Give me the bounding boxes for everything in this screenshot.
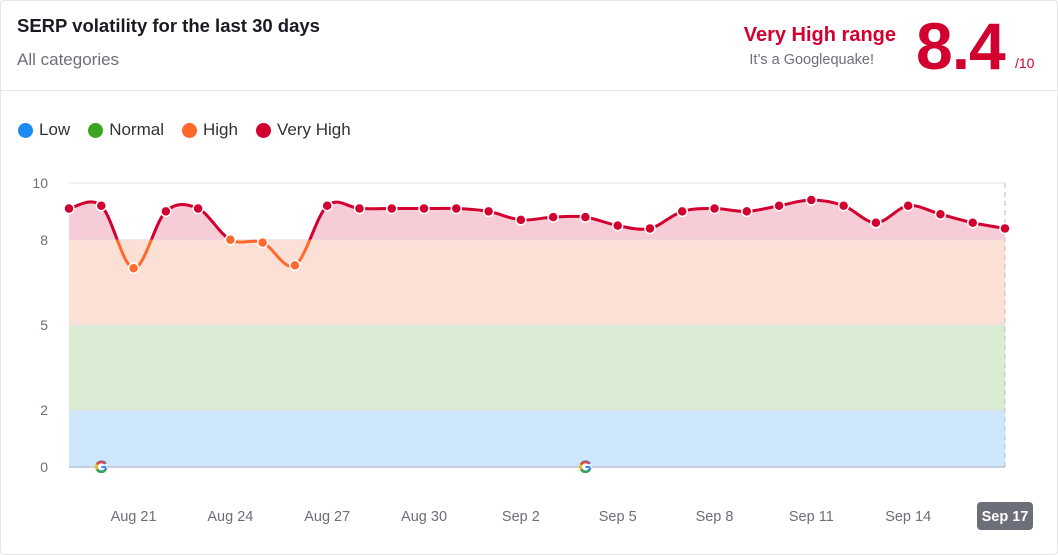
x-tick-label: Aug 27 — [304, 509, 350, 525]
data-point — [773, 199, 785, 212]
data-point — [676, 205, 688, 218]
data-point — [321, 199, 333, 212]
x-tick-label: Sep 14 — [885, 509, 931, 525]
data-point — [837, 199, 850, 212]
x-tick-label: Aug 21 — [111, 509, 157, 525]
data-point — [482, 205, 495, 218]
google-update-icon — [579, 460, 592, 474]
data-point — [256, 236, 269, 249]
x-tick-label: Aug 24 — [207, 509, 253, 525]
data-point — [999, 222, 1011, 235]
data-point — [353, 202, 366, 215]
volatility-chart: 0 2 5 8 10 Aug 21 Aug 24 Aug 27 Aug 30 Sep 2 Sep 5… — [32, 175, 1033, 530]
data-point — [966, 217, 979, 229]
y-tick-label: 10 — [32, 175, 48, 191]
x-tick-label: Sep 11 — [789, 509, 834, 525]
data-point — [741, 205, 753, 218]
x-tick-label: Sep 8 — [696, 509, 734, 525]
y-tick-label: 8 — [40, 232, 48, 248]
data-point — [870, 217, 882, 229]
data-point — [547, 211, 559, 223]
google-update-icon — [95, 460, 108, 474]
data-point — [450, 202, 463, 215]
data-point — [386, 202, 398, 215]
data-point — [805, 194, 818, 206]
x-tick-label: Sep 17 — [982, 509, 1029, 525]
data-point — [95, 199, 108, 212]
data-point — [160, 205, 172, 218]
x-tick-label: Sep 2 — [502, 509, 540, 525]
data-point — [418, 202, 430, 215]
band-low — [69, 410, 1005, 467]
y-tick-label: 0 — [40, 459, 48, 475]
data-point — [289, 259, 301, 272]
y-tick-label: 2 — [40, 402, 48, 418]
data-point — [127, 262, 140, 274]
band-normal — [69, 325, 1005, 411]
serp-volatility-widget: SERP volatility for the last 30 days All… — [0, 0, 1058, 555]
data-point — [934, 208, 947, 220]
data-point — [192, 202, 204, 215]
data-point — [515, 214, 527, 226]
data-point — [902, 199, 914, 212]
y-tick-label: 5 — [40, 317, 48, 333]
data-point — [63, 202, 75, 215]
data-point — [611, 219, 624, 232]
data-point — [224, 234, 237, 246]
band-high — [69, 239, 1005, 325]
data-point — [579, 211, 592, 223]
x-tick-label: Sep 5 — [599, 509, 637, 525]
data-point — [708, 202, 721, 215]
x-tick-label: Aug 30 — [401, 509, 447, 525]
data-point — [644, 222, 656, 235]
